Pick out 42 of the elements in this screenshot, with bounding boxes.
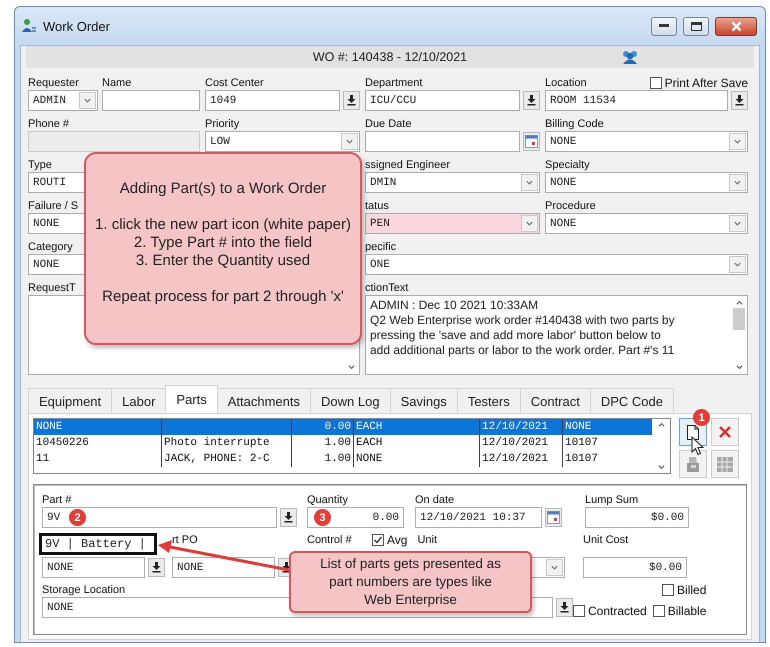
field-label: Part #	[42, 493, 72, 507]
field-label: Phone #	[28, 117, 69, 131]
work-order-number: WO #: 140438 - 12/10/2021	[312, 50, 468, 64]
field-label: Storage Location	[42, 583, 126, 597]
field-label: Due Date	[365, 117, 412, 131]
field-label: ssigned Engineer	[365, 158, 450, 172]
field-label: Type	[28, 158, 52, 172]
step-badge: 2	[69, 509, 86, 526]
checkbox-label: Contracted	[588, 604, 647, 618]
field-label: Location	[545, 76, 587, 90]
field-label: Category	[28, 240, 73, 254]
window-title: Work Order	[43, 18, 111, 34]
field-label: Cost Center	[205, 76, 264, 90]
step-badge: 1	[693, 409, 710, 426]
field-label: Quantity	[307, 493, 348, 507]
field-label: pecific	[365, 240, 396, 254]
field-label: Unit Cost	[583, 533, 628, 547]
field-label: Name	[102, 76, 132, 90]
field-label: Requester	[28, 76, 79, 90]
checkbox-label: Billable	[668, 604, 706, 618]
callout-text: 1. click the new part icon (white paper) 2. Type Part # into the field 3. Enter the Quantity used	[95, 216, 351, 270]
field-label: On date	[415, 493, 454, 507]
field-label: Department	[365, 76, 422, 90]
field-label: tatus	[365, 199, 389, 213]
field-label: Billing Code	[545, 117, 604, 131]
field-label: Priority	[205, 117, 240, 131]
checkbox-label: Billed	[677, 583, 706, 597]
checkbox-label: Avg	[387, 533, 408, 547]
field-label: Unit	[417, 533, 438, 547]
step-badge: 3	[314, 509, 331, 526]
field-label: Lump Sum	[585, 493, 638, 507]
field-label: Procedure	[545, 199, 596, 213]
field-label: RequestT	[28, 281, 76, 295]
field-label: Specialty	[545, 158, 590, 172]
field-label: rt PO	[172, 533, 198, 547]
callout-text: Adding Part(s) to a Work Order	[120, 180, 326, 198]
field-label: Control #	[307, 533, 352, 547]
field-label: Failure / S	[28, 199, 78, 213]
callout-text: Repeat process for part 2 through 'x'	[102, 288, 344, 306]
field-label: ctionText	[365, 281, 408, 295]
checkbox-label: Print After Save	[664, 76, 748, 90]
callout-text: List of parts gets presented as part numbers are types like Web Enterprise	[320, 555, 501, 609]
